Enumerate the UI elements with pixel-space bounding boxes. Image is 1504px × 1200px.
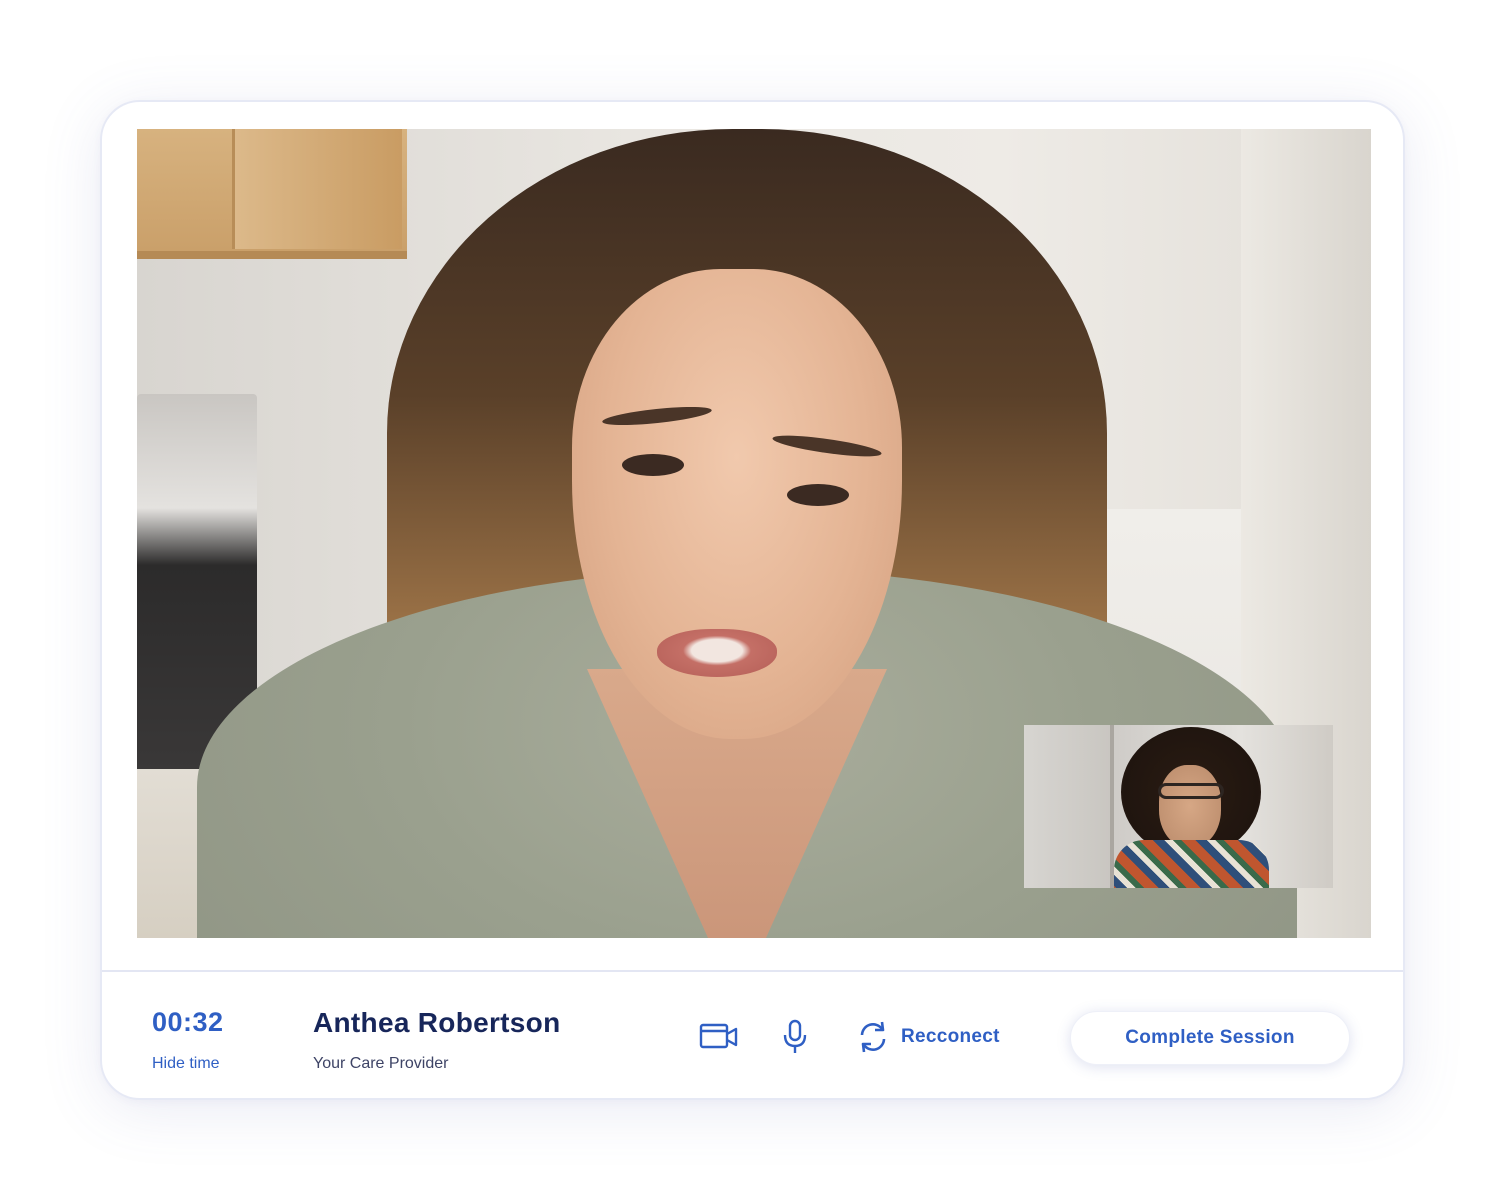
self-view-video[interactable] — [1024, 725, 1333, 888]
hide-time-link[interactable]: Hide time — [152, 1055, 220, 1073]
complete-session-button[interactable]: Complete Session — [1070, 1011, 1350, 1065]
microphone-toggle-button[interactable] — [782, 1019, 808, 1055]
reconnect-label: Recconect — [901, 1026, 1000, 1047]
microphone-icon — [783, 1019, 807, 1053]
main-video-feed — [137, 129, 1371, 938]
provider-role: Your Care Provider — [313, 1055, 449, 1072]
provider-name: Anthea Robertson — [313, 1007, 561, 1038]
video-camera-icon — [699, 1023, 738, 1049]
control-bar-divider — [102, 970, 1403, 972]
session-timer: 00:32 — [152, 1007, 224, 1037]
camera-toggle-button[interactable] — [699, 1022, 739, 1052]
stage: 00:32 Hide time Anthea Robertson Your Ca… — [0, 0, 1504, 1200]
reconnect-button[interactable]: Recconect — [857, 1020, 1000, 1054]
background-cabinet — [137, 129, 407, 259]
refresh-icon — [860, 1021, 886, 1053]
video-call-card: 00:32 Hide time Anthea Robertson Your Ca… — [100, 100, 1405, 1100]
